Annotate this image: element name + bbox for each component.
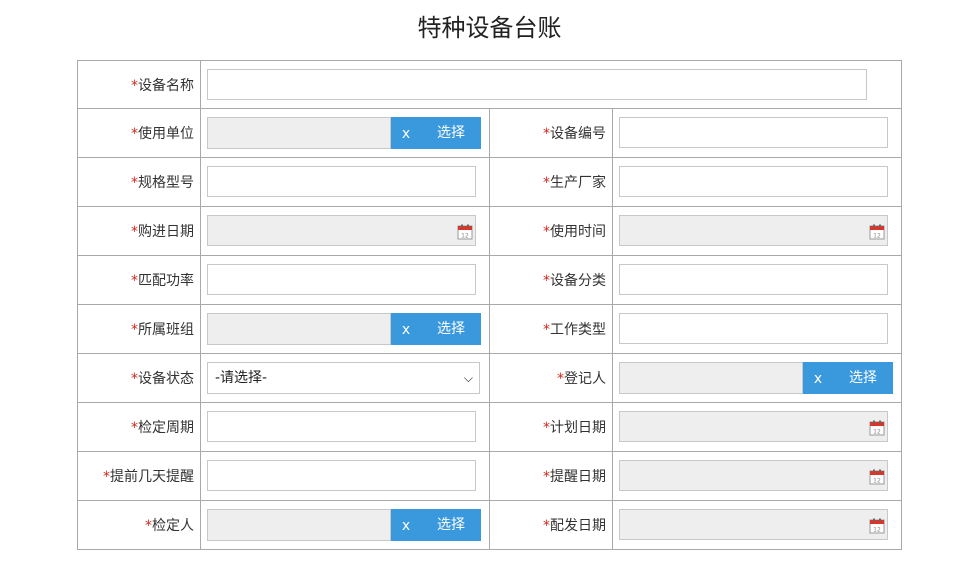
svg-text:12: 12 xyxy=(873,429,881,436)
form-row: *检定人 x 选择 *配发日期 12 xyxy=(77,500,903,550)
form-row: *所属班组 x 选择 *工作类型 xyxy=(77,304,903,354)
issue-date-input[interactable]: 12 xyxy=(619,509,888,540)
field-label-inspector: *检定人 xyxy=(77,500,201,550)
team-input[interactable] xyxy=(207,313,391,345)
svg-text:12: 12 xyxy=(873,478,881,485)
field-label-plan-date: *计划日期 xyxy=(489,402,613,452)
device-status-select[interactable]: -请选择- ⌵ xyxy=(207,362,480,394)
registrant-clear-button[interactable]: x xyxy=(803,362,833,394)
team-picker: x 选择 xyxy=(207,313,481,345)
field-label-device-name: *设备名称 xyxy=(77,60,201,109)
field-label-use-time: *使用时间 xyxy=(489,206,613,256)
use-unit-select-button[interactable]: 选择 xyxy=(421,117,481,149)
form-row: *检定周期 *计划日期 12 xyxy=(77,402,903,452)
field-label-device-category: *设备分类 xyxy=(489,255,613,305)
use-unit-input[interactable] xyxy=(207,117,391,149)
form-row: *使用单位 x 选择 *设备编号 xyxy=(77,108,903,158)
field-label-device-status: *设备状态 xyxy=(77,353,201,403)
field-label-registrant: *登记人 xyxy=(489,353,613,403)
calendar-icon[interactable]: 12 xyxy=(869,518,885,534)
field-label-device-no: *设备编号 xyxy=(489,108,613,158)
team-select-button[interactable]: 选择 xyxy=(421,313,481,345)
field-label-manufacturer: *生产厂家 xyxy=(489,157,613,207)
field-label-use-unit: *使用单位 xyxy=(77,108,201,158)
work-type-input[interactable] xyxy=(619,313,888,344)
registrant-picker: x 选择 xyxy=(619,362,893,394)
field-label-remind-days: *提前几天提醒 xyxy=(77,451,201,501)
remind-date-input[interactable]: 12 xyxy=(619,460,888,491)
chevron-down-icon: ⌵ xyxy=(463,371,473,385)
form-row: *规格型号 *生产厂家 xyxy=(77,157,903,207)
calendar-icon[interactable]: 12 xyxy=(457,224,473,240)
form-row: *提前几天提醒 *提醒日期 12 xyxy=(77,451,903,501)
inspection-cycle-input[interactable] xyxy=(207,411,476,442)
calendar-icon[interactable]: 12 xyxy=(869,224,885,240)
team-clear-button[interactable]: x xyxy=(391,313,421,345)
page-title: 特种设备台账 xyxy=(417,14,562,42)
field-label-work-type: *工作类型 xyxy=(489,304,613,354)
matched-power-input[interactable] xyxy=(207,264,476,295)
device-status-selected: -请选择- xyxy=(215,370,268,386)
use-unit-picker: x 选择 xyxy=(207,117,481,149)
field-label-remind-date: *提醒日期 xyxy=(489,451,613,501)
svg-text:12: 12 xyxy=(873,527,881,534)
svg-text:12: 12 xyxy=(873,233,881,240)
plan-date-input[interactable]: 12 xyxy=(619,411,888,442)
calendar-icon[interactable]: 12 xyxy=(869,469,885,485)
registrant-select-button[interactable]: 选择 xyxy=(833,362,893,394)
field-label-issue-date: *配发日期 xyxy=(489,500,613,550)
field-label-spec-model: *规格型号 xyxy=(77,157,201,207)
calendar-icon[interactable]: 12 xyxy=(869,420,885,436)
registrant-input[interactable] xyxy=(619,362,803,394)
spec-model-input[interactable] xyxy=(207,166,476,197)
form-row: *设备状态 -请选择- ⌵ *登记人 x 选择 xyxy=(77,353,903,403)
use-time-input[interactable]: 12 xyxy=(619,215,888,246)
inspector-picker: x 选择 xyxy=(207,509,481,541)
field-label-matched-power: *匹配功率 xyxy=(77,255,201,305)
equipment-form: *设备名称 *使用单位 x 选择 *设备编号 *规格型号 *生产厂家 *购进日期… xyxy=(77,60,903,550)
device-category-input[interactable] xyxy=(619,264,888,295)
form-row: *匹配功率 *设备分类 xyxy=(77,255,903,305)
manufacturer-input[interactable] xyxy=(619,166,888,197)
inspector-select-button[interactable]: 选择 xyxy=(421,509,481,541)
remind-days-input[interactable] xyxy=(207,460,476,491)
inspector-input[interactable] xyxy=(207,509,391,541)
inspector-clear-button[interactable]: x xyxy=(391,509,421,541)
device-name-input[interactable] xyxy=(207,69,867,100)
field-label-inspection-cycle: *检定周期 xyxy=(77,402,201,452)
field-label-team: *所属班组 xyxy=(77,304,201,354)
svg-text:12: 12 xyxy=(461,233,469,240)
use-unit-clear-button[interactable]: x xyxy=(391,117,421,149)
form-row: *设备名称 xyxy=(77,60,903,109)
device-no-input[interactable] xyxy=(619,117,888,148)
form-row: *购进日期 12 *使用时间 12 xyxy=(77,206,903,256)
field-label-purchase-date: *购进日期 xyxy=(77,206,201,256)
purchase-date-input[interactable]: 12 xyxy=(207,215,476,246)
